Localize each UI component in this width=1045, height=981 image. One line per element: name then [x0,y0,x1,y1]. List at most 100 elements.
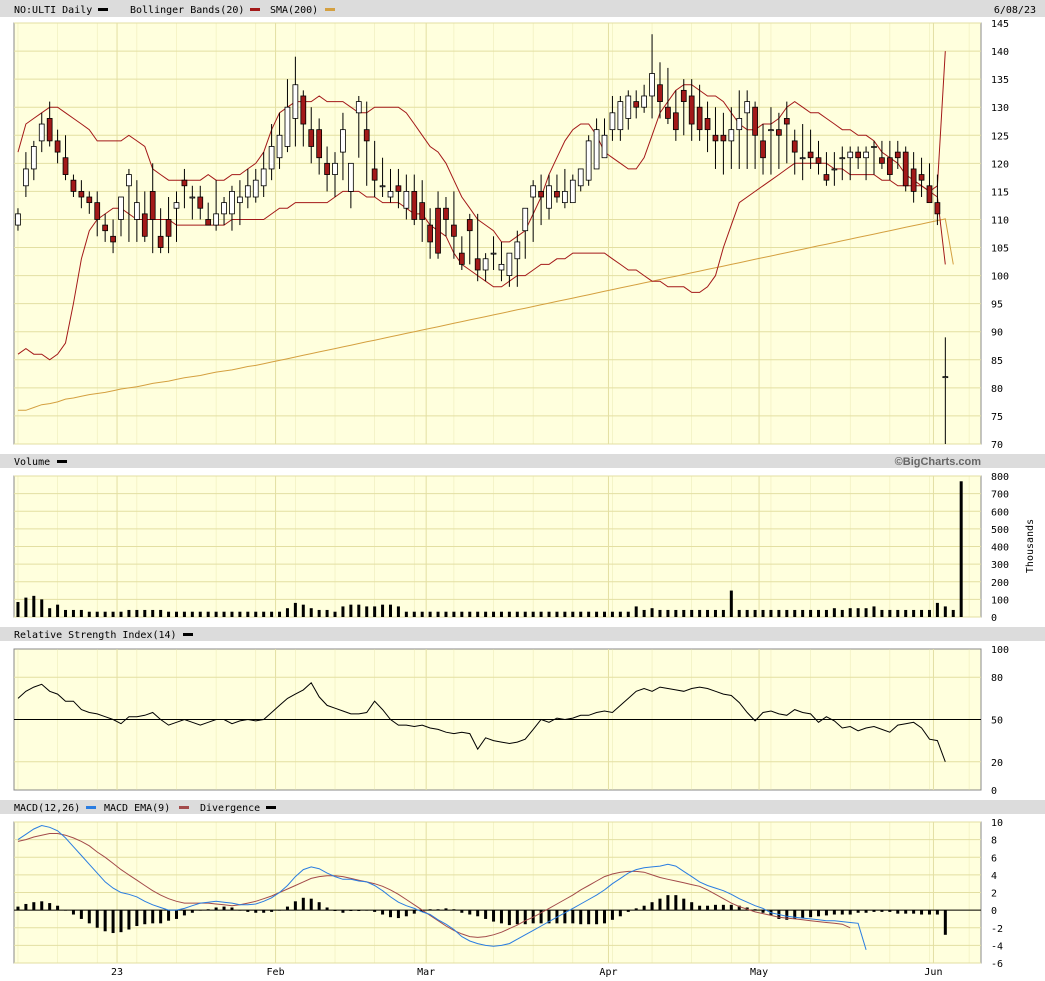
candle-down [205,219,212,226]
divergence-bar [896,910,900,914]
divergence-bar [127,910,131,930]
volume-bar [285,608,289,617]
divergence-bar [246,910,250,912]
volume-bar [920,609,924,617]
rsi-label: Relative Strength Index(14) [14,630,177,641]
sma-label: SMA(200) [270,5,318,16]
divergence-bar [262,910,266,913]
volume-bar [111,611,115,617]
x-tick-label: Feb [267,967,285,978]
volume-bar [682,609,686,617]
volume-bar [539,611,543,617]
volume-bar [832,608,836,617]
candle-up [863,151,869,159]
candle-down [181,179,188,187]
candle-up [292,84,299,119]
candle-up [847,151,854,159]
volume-bar [912,609,916,617]
candle-up [237,196,243,204]
volume-bar [103,611,107,617]
candle-down [443,207,449,220]
volume-bar [119,611,123,617]
volume-bar [270,611,274,617]
candle-down [918,174,925,181]
volume-bar [634,606,638,617]
rsi-legend-swatch [183,633,193,636]
volume-bar [16,602,20,617]
divergence-bar [48,903,52,911]
divergence-legend-swatch [266,806,276,809]
volume-bar [420,611,424,617]
volume-bar [349,604,353,617]
candle-up [562,190,568,204]
candle-up [498,263,505,271]
volume-tick-label: 500 [991,525,1009,536]
volume-bar [729,590,733,617]
candle-down [165,219,172,237]
candle-up [189,196,196,199]
price-tick-label: 135 [991,75,1009,86]
divergence-bar [674,895,678,911]
candle-up [387,190,394,198]
candle-up [617,101,624,131]
candle-down [696,106,703,131]
price-tick-label: 85 [991,356,1003,367]
divergence-bar [888,910,892,912]
volume-bar [856,608,860,617]
price-tick-label: 145 [991,19,1009,30]
volume-bar [769,609,773,617]
divergence-bar [872,910,876,912]
candle-down [466,219,473,232]
candle-up [744,101,751,114]
candle-down [316,129,323,159]
divergence-bar [856,910,860,913]
divergence-bar [801,910,805,919]
volume-bar [476,611,480,617]
volume-bar [515,611,519,617]
candle-up [514,241,521,260]
volume-bar [698,609,702,617]
candle-down [910,168,917,192]
volume-bar [159,609,163,617]
divergence-bar [16,906,20,911]
divergence-bar [293,901,297,911]
volume-bar [198,611,202,617]
volume-bar [444,611,448,617]
divergence-bar [935,910,939,915]
divergence-bar [809,910,813,918]
volume-bar [373,606,377,617]
x-tick-label: Apr [599,967,617,978]
candle-up [348,162,354,192]
volume-bar [959,481,963,617]
divergence-bar [840,910,844,915]
candle-down [54,140,61,153]
candle-down [776,129,782,136]
volume-bar [40,599,44,617]
volume-bar [666,609,670,617]
bollinger-label: Bollinger Bands(20) [130,5,244,16]
candle-up [871,146,877,148]
candle-down [554,190,560,198]
candle-down [672,112,679,131]
divergence-bar [943,910,947,935]
volume-bar [706,609,710,617]
candle-up [30,146,37,170]
volume-bar [840,609,844,617]
divergence-bar [848,910,852,915]
stock-chart: NO:ULTI Daily Bollinger Bands(20) SMA(20… [0,0,1045,978]
candle-down [807,151,814,159]
x-tick-label: Jun [924,967,942,978]
volume-bar [951,609,955,617]
volume-bar [301,604,305,617]
divergence-bar [904,910,908,914]
volume-bar [555,611,559,617]
rsi-tick-label: 20 [991,758,1003,769]
volume-tick-label: 600 [991,507,1009,518]
volume-bar [151,609,155,617]
candle-up [839,157,846,160]
candle-down [102,224,109,232]
candle-down [308,129,315,147]
divergence-bar [40,901,44,911]
price-tick-label: 105 [991,244,1009,255]
candle-up [340,129,346,153]
